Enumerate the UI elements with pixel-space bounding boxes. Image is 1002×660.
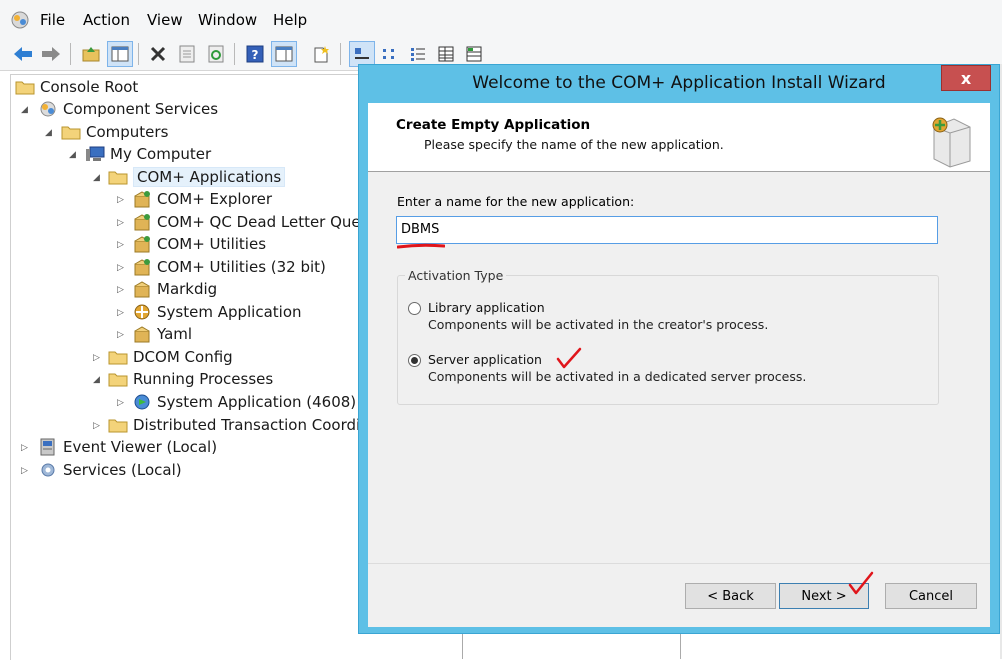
- tree-item-com-applications[interactable]: COM+ Applications: [108, 166, 286, 188]
- up-folder-icon[interactable]: [78, 41, 104, 67]
- tree-item-my-computer[interactable]: My Computer: [85, 143, 211, 165]
- collapse-arrow-icon[interactable]: ◢: [21, 105, 31, 115]
- collapse-arrow-icon[interactable]: ◢: [93, 173, 103, 183]
- red-checkmark-annotation: [848, 571, 874, 595]
- properties-icon[interactable]: [174, 41, 200, 67]
- wizard-header: Create Empty Application Please specify …: [368, 103, 990, 172]
- delete-icon[interactable]: [145, 41, 171, 67]
- tree-item-console-root[interactable]: Console Root: [15, 76, 138, 98]
- folder-icon: [108, 373, 128, 387]
- package-icon: [134, 281, 150, 298]
- expand-arrow-icon[interactable]: ▷: [117, 330, 127, 340]
- server-application-radio[interactable]: [408, 354, 421, 367]
- svg-text:?: ?: [252, 48, 259, 62]
- package-icon: [134, 326, 150, 343]
- menu-help[interactable]: Help: [273, 11, 307, 29]
- menu-view[interactable]: View: [147, 11, 183, 29]
- help-icon[interactable]: ?: [242, 41, 268, 67]
- expand-arrow-icon[interactable]: ▷: [93, 421, 103, 431]
- package-wizard-icon: [932, 117, 971, 168]
- collapse-arrow-icon[interactable]: ◢: [93, 375, 103, 385]
- tree-item-com-utilities-32bit[interactable]: COM+ Utilities (32 bit): [132, 256, 326, 278]
- component-services-icon: [40, 101, 56, 117]
- server-application-label[interactable]: Server application: [428, 352, 542, 367]
- expand-arrow-icon[interactable]: ▷: [117, 240, 127, 250]
- package-icon: [134, 191, 150, 208]
- expand-arrow-icon[interactable]: ▷: [117, 398, 127, 408]
- package-icon: [134, 259, 150, 276]
- tree-item-dcom-config[interactable]: DCOM Config: [108, 346, 233, 368]
- library-application-desc: Components will be activated in the crea…: [428, 317, 769, 332]
- expand-arrow-icon[interactable]: ▷: [21, 466, 31, 476]
- tree-item-com-utilities[interactable]: COM+ Utilities: [132, 233, 266, 255]
- close-button[interactable]: x: [941, 65, 991, 91]
- forward-icon[interactable]: [38, 41, 64, 67]
- tree-item-markdig[interactable]: Markdig: [132, 278, 217, 300]
- red-underline-annotation: [397, 243, 445, 249]
- event-viewer-icon: [40, 438, 55, 456]
- component-services-icon: [11, 11, 29, 29]
- tree-item-services[interactable]: Services (Local): [38, 459, 182, 481]
- collapse-arrow-icon[interactable]: ◢: [69, 150, 79, 160]
- tree-pane: Console Root ◢ Component Services ◢ Comp…: [10, 74, 361, 660]
- expand-arrow-icon[interactable]: ▷: [117, 218, 127, 228]
- tree-item-com-qc-dead-letter-queue[interactable]: COM+ QC Dead Letter Queue: [132, 211, 361, 233]
- tree-item-running-processes[interactable]: Running Processes: [108, 368, 273, 390]
- new-icon[interactable]: [308, 41, 334, 67]
- menu-file[interactable]: File: [40, 11, 65, 29]
- package-icon: [134, 214, 150, 231]
- folder-icon: [61, 126, 81, 140]
- close-icon: x: [960, 68, 972, 88]
- tree-item-com-explorer[interactable]: COM+ Explorer: [132, 188, 272, 210]
- expand-arrow-icon[interactable]: ▷: [21, 443, 31, 453]
- services-icon: [41, 463, 55, 477]
- expand-arrow-icon[interactable]: ▷: [117, 263, 127, 273]
- expand-arrow-icon[interactable]: ▷: [117, 285, 127, 295]
- menu-action[interactable]: Action: [83, 11, 130, 29]
- show-hide-action-pane-icon[interactable]: [271, 41, 297, 67]
- tree-item-component-services[interactable]: Component Services: [38, 98, 218, 120]
- folder-icon: [108, 351, 128, 365]
- tree-item-distributed-transaction-coordinator[interactable]: Distributed Transaction Coordinat: [108, 414, 361, 436]
- collapse-arrow-icon[interactable]: ◢: [45, 128, 55, 138]
- process-icon: [134, 394, 150, 410]
- library-application-radio[interactable]: [408, 302, 421, 315]
- application-name-input[interactable]: DBMS: [396, 216, 938, 244]
- package-icon: [134, 236, 150, 253]
- dialog-body: Create Empty Application Please specify …: [368, 103, 990, 627]
- tree-item-system-application[interactable]: System Application: [132, 301, 302, 323]
- dialog-title: Welcome to the COM+ Application Install …: [472, 73, 886, 93]
- name-label: Enter a name for the new application:: [397, 194, 635, 209]
- back-icon[interactable]: [10, 41, 36, 67]
- expand-arrow-icon[interactable]: ▷: [117, 195, 127, 205]
- library-application-label[interactable]: Library application: [428, 300, 545, 315]
- server-application-desc: Components will be activated in a dedica…: [428, 369, 807, 384]
- activation-type-group: [397, 275, 939, 405]
- red-checkmark-annotation: [556, 347, 582, 369]
- header-subtitle: Please specify the name of the new appli…: [424, 137, 724, 152]
- header-title: Create Empty Application: [396, 117, 591, 133]
- wizard-dialog: Welcome to the COM+ Application Install …: [358, 64, 1000, 634]
- activation-type-label: Activation Type: [405, 268, 507, 283]
- folder-icon: [108, 419, 128, 433]
- menu-bar: File Action View Window Help: [0, 0, 1002, 38]
- menu-window[interactable]: Window: [198, 11, 257, 29]
- cancel-button[interactable]: Cancel: [885, 583, 977, 609]
- tree-item-system-application-process[interactable]: System Application (4608): [132, 391, 356, 413]
- folder-icon: [15, 81, 35, 95]
- folder-icon: [108, 171, 128, 185]
- expand-arrow-icon[interactable]: ▷: [117, 308, 127, 318]
- expand-arrow-icon[interactable]: ▷: [93, 353, 103, 363]
- package-icon: [134, 304, 150, 320]
- refresh-icon[interactable]: [203, 41, 229, 67]
- computer-icon: [86, 146, 105, 161]
- show-hide-tree-icon[interactable]: [107, 41, 133, 67]
- tree-item-yaml[interactable]: Yaml: [132, 323, 192, 345]
- back-button[interactable]: < Back: [685, 583, 776, 609]
- tree-item-event-viewer[interactable]: Event Viewer (Local): [38, 436, 217, 458]
- tree-item-computers[interactable]: Computers: [61, 121, 168, 143]
